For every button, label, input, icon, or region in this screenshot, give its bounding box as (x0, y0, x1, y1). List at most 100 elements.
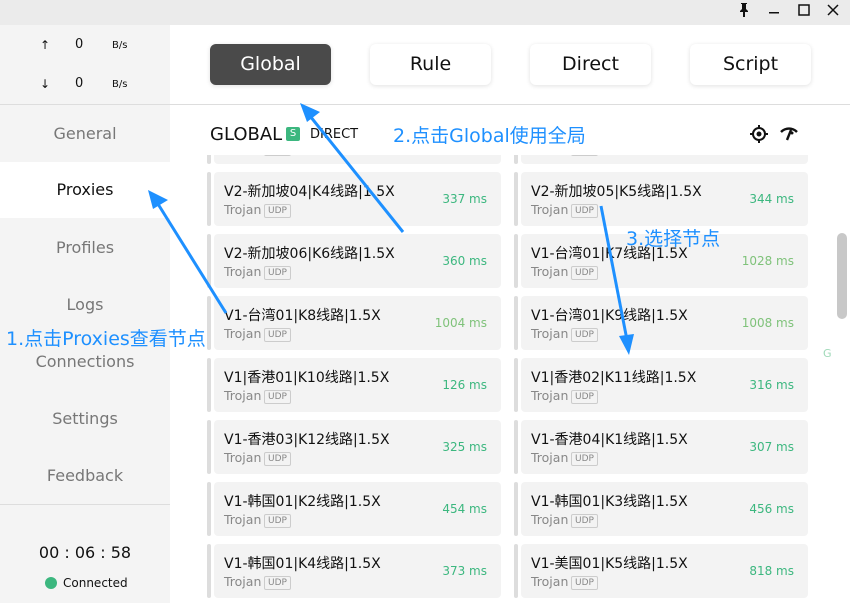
proxy-latency[interactable]: 818 ms (749, 564, 794, 578)
card-body: V1-香港04|K1线路|1.5X Trojan UDP 307 ms (521, 420, 808, 474)
proxy-card[interactable]: V1-香港03|K12线路|1.5X Trojan UDP 325 ms (207, 420, 501, 474)
mode-rule-button[interactable]: Rule (370, 44, 491, 85)
proxy-latency[interactable]: 454 ms (442, 502, 487, 516)
proxy-name: V1-韩国01|K2线路|1.5X (224, 494, 381, 510)
proxy-latency[interactable]: 1028 ms (742, 254, 794, 268)
proxy-type: Trojan (224, 326, 262, 341)
proxy-type: Trojan (531, 574, 569, 589)
speed-test-icon[interactable] (780, 126, 798, 146)
udp-badge: UDP (571, 452, 598, 466)
card-body: Trojan UDP (214, 155, 501, 164)
udp-badge: UDP (264, 328, 291, 342)
card-body: V1|香港02|K11线路|1.5X Trojan UDP 316 ms (521, 358, 808, 412)
proxy-card[interactable]: V1-香港04|K1线路|1.5X Trojan UDP 307 ms (514, 420, 808, 474)
upload-arrow-icon: ↑ (40, 38, 51, 52)
proxy-card[interactable]: V1-台湾01|K8线路|1.5X Trojan UDP 1004 ms (207, 296, 501, 350)
card-body: V1|香港01|K10线路|1.5X Trojan UDP 126 ms (214, 358, 501, 412)
card-body: V1-香港03|K12线路|1.5X Trojan UDP 325 ms (214, 420, 501, 474)
udp-badge: UDP (264, 155, 291, 156)
proxy-latency[interactable]: 126 ms (442, 378, 487, 392)
minimize-icon[interactable] (764, 0, 784, 24)
sidebar-item-profiles[interactable]: Profiles (0, 220, 170, 276)
mode-script-button[interactable]: Script (690, 44, 811, 85)
proxy-latency[interactable]: 1004 ms (435, 316, 487, 330)
proxy-type: Trojan (531, 450, 569, 465)
proxy-type: Trojan (531, 326, 569, 341)
proxy-type: Trojan (531, 388, 569, 403)
proxy-card[interactable]: V1|香港02|K11线路|1.5X Trojan UDP 316 ms (514, 358, 808, 412)
proxy-name: V1-美国01|K5线路|1.5X (531, 556, 688, 572)
annotation-step1: 1.点击Proxies查看节点 (6, 328, 206, 350)
proxy-card[interactable]: V2-新加坡06|K6线路|1.5X Trojan UDP 360 ms (207, 234, 501, 288)
proxy-latency[interactable]: 456 ms (749, 502, 794, 516)
proxy-name: V1-韩国01|K3线路|1.5X (531, 494, 688, 510)
proxy-card[interactable]: V2-新加坡04|K4线路|1.5X Trojan UDP 337 ms (207, 172, 501, 226)
sidebar-item-feedback[interactable]: Feedback (0, 448, 170, 504)
group-type-badge: S (286, 127, 300, 141)
proxy-card[interactable]: V1|香港01|K10线路|1.5X Trojan UDP 126 ms (207, 358, 501, 412)
proxy-name: V1-香港04|K1线路|1.5X (531, 432, 688, 448)
upload-unit: B/s (112, 40, 128, 51)
side-letter: G (823, 347, 832, 360)
download-arrow-icon: ↓ (40, 77, 51, 91)
mode-global-button[interactable]: Global (210, 44, 331, 85)
proxy-type: Trojan (224, 512, 262, 527)
card-indicator (207, 358, 211, 412)
card-indicator (514, 358, 518, 412)
proxy-card[interactable]: V1-韩国01|K4线路|1.5X Trojan UDP 373 ms (207, 544, 501, 598)
proxy-latency[interactable]: 1008 ms (742, 316, 794, 330)
sidebar-item-settings[interactable]: Settings (0, 391, 170, 447)
connection-status: Connected (63, 576, 128, 590)
close-icon[interactable] (823, 3, 843, 21)
udp-badge: UDP (571, 204, 598, 218)
proxy-type: Trojan (224, 264, 262, 279)
proxy-type: Trojan (224, 574, 262, 589)
udp-badge: UDP (571, 155, 598, 156)
maximize-icon[interactable] (794, 3, 814, 21)
sidebar-item-proxies[interactable]: Proxies (0, 162, 170, 218)
annotation-step3: 3.选择节点 (626, 228, 721, 250)
proxy-latency[interactable]: 344 ms (749, 192, 794, 206)
card-body: V1-韩国01|K2线路|1.5X Trojan UDP 454 ms (214, 482, 501, 536)
proxy-card[interactable]: V1-美国01|K5线路|1.5X Trojan UDP 818 ms (514, 544, 808, 598)
proxy-card[interactable]: V1-韩国01|K2线路|1.5X Trojan UDP 454 ms (207, 482, 501, 536)
mode-direct-button[interactable]: Direct (530, 44, 651, 85)
proxy-latency[interactable]: 325 ms (442, 440, 487, 454)
scrollbar[interactable] (837, 233, 847, 319)
group-title: GLOBAL (210, 124, 283, 145)
pin-icon[interactable] (734, 3, 754, 21)
locate-icon[interactable] (750, 125, 768, 147)
sidebar-item-general[interactable]: General (0, 106, 170, 162)
download-unit: B/s (112, 79, 128, 90)
proxy-type: Trojan (531, 264, 569, 279)
proxy-card[interactable]: V1-韩国01|K3线路|1.5X Trojan UDP 456 ms (514, 482, 808, 536)
proxy-latency[interactable]: 373 ms (442, 564, 487, 578)
proxy-type: Trojan (531, 202, 569, 217)
udp-badge: UDP (264, 576, 291, 590)
proxy-card[interactable]: V2-新加坡05|K5线路|1.5X Trojan UDP 344 ms (514, 172, 808, 226)
upload-speed: 0 (75, 37, 84, 52)
proxy-latency[interactable]: 316 ms (749, 378, 794, 392)
udp-badge: UDP (571, 328, 598, 342)
proxy-card[interactable]: Trojan UDP (207, 155, 501, 164)
proxy-name: V2-新加坡04|K4线路|1.5X (224, 184, 395, 200)
proxy-card[interactable]: Trojan UDP (514, 155, 808, 164)
card-indicator (514, 482, 518, 536)
proxy-name: V2-新加坡05|K5线路|1.5X (531, 184, 702, 200)
proxy-name: V1|香港02|K11线路|1.5X (531, 370, 697, 386)
card-indicator (514, 234, 518, 288)
proxy-latency[interactable]: 360 ms (442, 254, 487, 268)
proxy-latency[interactable]: 307 ms (749, 440, 794, 454)
status-dot-icon (45, 577, 57, 589)
proxy-latency[interactable]: 337 ms (442, 192, 487, 206)
card-body: Trojan UDP (521, 155, 808, 164)
udp-badge: UDP (571, 514, 598, 528)
group-selected: DIRECT (310, 127, 359, 142)
card-body: V1-韩国01|K3线路|1.5X Trojan UDP 456 ms (521, 482, 808, 536)
card-body: V1-韩国01|K4线路|1.5X Trojan UDP 373 ms (214, 544, 501, 598)
udp-badge: UDP (571, 576, 598, 590)
udp-badge: UDP (571, 266, 598, 280)
proxy-card[interactable]: V1-台湾01|K9线路|1.5X Trojan UDP 1008 ms (514, 296, 808, 350)
card-indicator (207, 420, 211, 474)
udp-badge: UDP (264, 266, 291, 280)
